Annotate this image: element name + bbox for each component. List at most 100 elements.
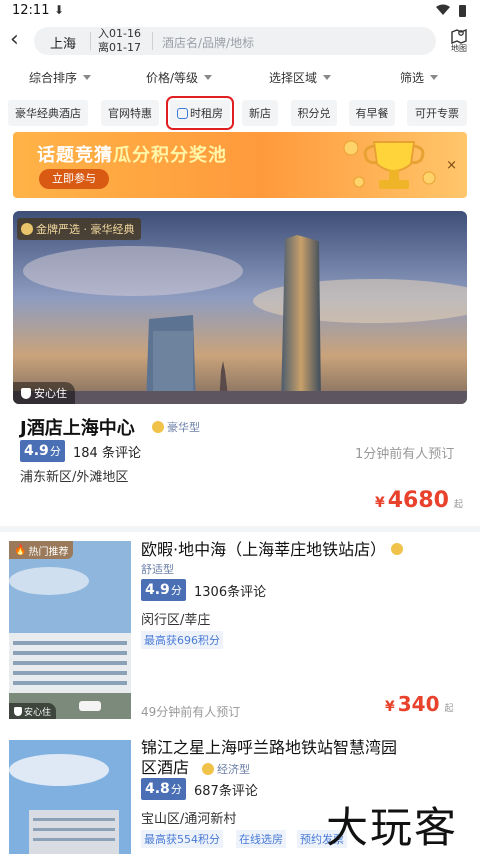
city-selector[interactable]: 上海 [50,33,76,52]
safe-label: 安心住 [34,387,67,400]
filter-more[interactable]: 筛选 [400,69,439,86]
feature-tag: 在线选房 [236,830,286,848]
badge-label: 热门推荐 [28,546,69,558]
download-icon: ⬇ [54,3,65,17]
hotel-name[interactable]: J酒店上海中心 [20,414,135,440]
points-tag: 最高获554积分 [141,830,223,848]
hotel-thumbnail[interactable] [9,740,131,854]
map-icon [451,28,467,44]
status-bar: 12:11 ⬇ [0,0,480,24]
rating-unit: 分 [49,445,61,458]
hotel-location: 闵行区/莘庄 [141,613,211,628]
rating-badge: 4.8 分 [141,778,186,800]
banner-title-a: 话题竞猜 [37,145,113,166]
hotel-photo [9,740,131,854]
checkout-date[interactable]: 离01-17 [98,41,141,54]
currency: ¥ [375,495,385,511]
hotel-price: ¥340 起 [385,692,454,716]
chevron-down-icon [430,75,439,80]
tier-label: 经济型 [217,763,250,776]
wifi-icon [436,4,450,15]
back-icon[interactable]: ‹ [10,29,24,51]
hotel-location: 浦东新区/外滩地区 [20,470,129,485]
rating-value: 4.9 [145,582,170,598]
search-input[interactable]: 酒店名/品牌/地标 [162,34,254,51]
hotel-location: 宝山区/通河新村 [141,812,237,827]
price-suffix: 起 [444,704,454,714]
filter-label: 综合排序 [29,71,78,85]
banner-title-b: 瓜分积分奖池 [113,145,227,166]
filter-label: 选择区域 [269,71,318,85]
medal-icon [21,223,33,235]
divider [152,32,153,50]
chip-hourly-room[interactable]: 时租房 [166,96,234,130]
recent-booking: 49分钟前有人预订 [141,705,241,719]
safe-label: 安心住 [24,707,52,718]
chip-new-store[interactable]: 新店 [242,100,278,126]
hotel-name-line2: 区酒店 [141,758,190,777]
map-label: 地图 [451,44,467,53]
filter-area[interactable]: 选择区域 [269,69,332,86]
map-button[interactable]: 地图 [444,26,474,58]
crown-icon [152,421,164,433]
chip-luxury[interactable]: 豪华经典酒店 [8,100,88,126]
chip-official-deal[interactable]: 官网特惠 [101,100,159,126]
chip-points[interactable]: 积分兑 [291,100,337,126]
hotel-name[interactable]: 欧暇·地中海（上海莘庄地铁站店） [141,540,404,560]
rating-unit: 分 [170,584,182,597]
hotel-card-image[interactable]: 金牌严选 · 豪华经典 安心住 [13,211,467,404]
divider [0,526,480,532]
rating-value: 4.8 [145,781,170,797]
review-count[interactable]: 687条评论 [194,780,258,799]
clock-house-icon [177,107,188,119]
safe-stay-badge: 安心住 [13,382,75,404]
currency: ¥ [385,699,395,715]
close-icon[interactable]: × [446,158,457,173]
watermark: 大玩客 [326,803,459,852]
chip-breakfast[interactable]: 有早餐 [349,100,395,126]
status-time: 12:11 [12,3,50,18]
shield-icon [21,387,31,399]
banner-cta-button[interactable]: 立即参与 [39,169,109,189]
hotel-price: ¥4680 起 [375,488,463,513]
points-tag: 最高获696积分 [141,631,223,649]
search-pill[interactable]: 上海 入01-16 离01-17 酒店名/品牌/地标 [34,27,436,55]
filter-bar: 综合排序 价格/等级 选择区域 筛选 [0,66,480,90]
filter-label: 价格/等级 [146,71,199,85]
hotel-tier: 豪华型 [152,419,200,435]
rating-badge: 4.9 分 [20,440,65,462]
banner-title: 话题竞猜瓜分积分奖池 [37,141,227,167]
safe-stay-badge: 安心住 [9,703,57,719]
quick-filter-chips: 豪华经典酒店 官网特惠 时租房 新店 积分兑 有早餐 可开专票 [0,96,480,130]
hotel-name[interactable]: 锦江之星上海呼兰路地铁站智慧湾园 [141,738,397,758]
crown-icon [391,543,404,555]
hotel-name-cont[interactable]: 区酒店 [141,758,189,778]
review-count[interactable]: 184 条评论 [73,442,141,461]
shield-icon [14,706,22,716]
rating-badge: 4.9 分 [141,579,186,601]
hotel-photo [9,541,131,719]
rating-value: 4.9 [24,443,49,459]
chip-label: 时租房 [190,107,223,120]
hotel-thumbnail[interactable]: 🔥 热门推荐 安心住 [9,541,131,719]
price-suffix: 起 [453,500,463,510]
hot-badge: 🔥 热门推荐 [9,541,74,559]
badge-label: 金牌严选 · 豪华经典 [36,223,135,236]
gold-select-badge: 金牌严选 · 豪华经典 [17,218,141,240]
filter-label: 筛选 [400,71,425,85]
review-count[interactable]: 1306条评论 [194,581,266,600]
price-value: 4680 [387,488,449,513]
recent-booking: 1分钟前有人预订 [355,447,455,462]
chip-invoice[interactable]: 可开专票 [407,100,467,126]
chevron-down-icon [204,75,213,80]
checkin-date[interactable]: 入01-16 [98,27,141,40]
hotel-tier: 经济型 [202,761,250,777]
hotel-tier: 舒适型 [141,563,174,576]
filter-sort[interactable]: 综合排序 [29,69,92,86]
promo-banner[interactable]: 话题竞猜瓜分积分奖池 立即参与 × [13,132,467,198]
hotel-name-text: 欧暇·地中海（上海莘庄地铁站店） [141,540,387,559]
filter-price[interactable]: 价格/等级 [146,69,213,86]
chevron-down-icon [323,75,332,80]
search-header: ‹ 上海 入01-16 离01-17 酒店名/品牌/地标 地图 [0,24,480,60]
divider [90,32,91,50]
